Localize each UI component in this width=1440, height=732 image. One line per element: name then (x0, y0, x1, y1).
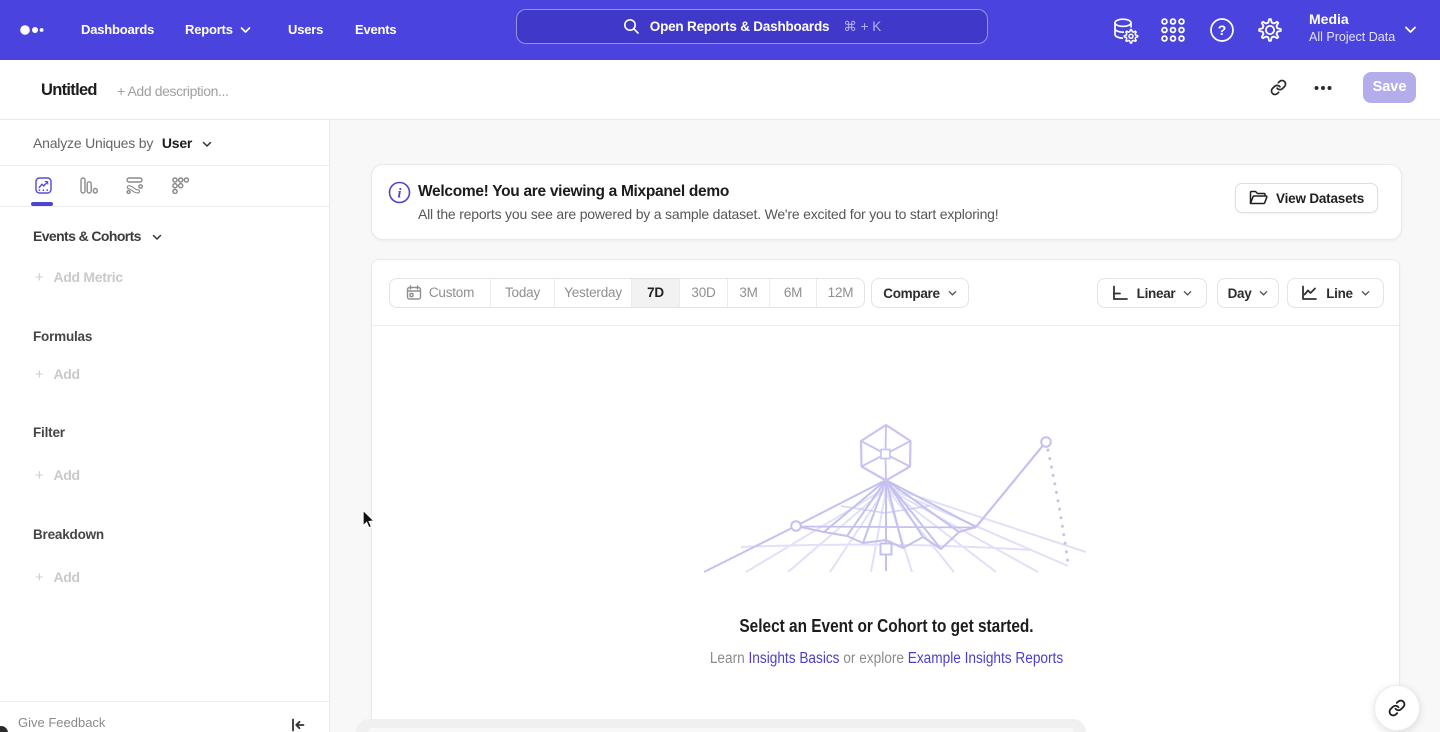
svg-text:?: ? (1218, 22, 1227, 38)
svg-text:i: i (398, 186, 402, 201)
